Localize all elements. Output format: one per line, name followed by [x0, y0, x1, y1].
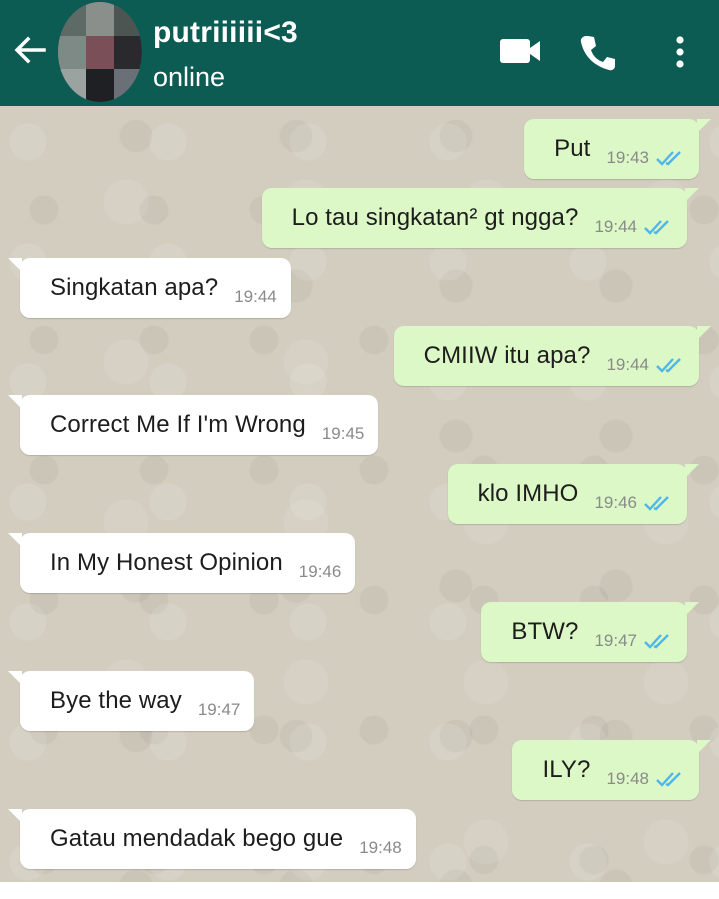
message-bubble-outgoing[interactable]: ILY? 19:48	[512, 740, 711, 800]
message-time: 19:44	[594, 217, 637, 236]
bottom-border	[0, 882, 719, 899]
message-time: 19:48	[606, 769, 649, 788]
chat-header: putriiiiii<3 online	[0, 0, 719, 106]
contact-name[interactable]: putriiiiii<3	[153, 16, 298, 50]
message-time: 19:46	[298, 562, 342, 581]
message-text: CMIIW itu apa?	[423, 342, 591, 369]
message-bubble-incoming[interactable]: In My Honest Opinion 19:46	[7, 533, 356, 593]
read-receipt-icon	[656, 358, 681, 373]
message-bubble-incoming[interactable]: Gatau mendadak bego gue 19:48	[8, 809, 416, 869]
read-receipt-icon	[656, 151, 681, 166]
phone-call-icon[interactable]	[578, 33, 618, 78]
message-bubble-incoming[interactable]: Correct Me If I'm Wrong 19:45	[7, 395, 379, 455]
message-time: 19:48	[359, 838, 402, 857]
message-time: 19:47	[594, 631, 637, 650]
message-text: Correct Me If I'm Wrong	[50, 411, 306, 438]
message-time: 19:44	[234, 287, 277, 306]
message-bubble-outgoing[interactable]: Lo tau singkatan² gt ngga? 19:44	[261, 188, 700, 248]
more-menu-icon[interactable]	[670, 33, 690, 78]
message-time: 19:44	[606, 355, 649, 374]
message-bubble-incoming[interactable]: Bye the way 19:47	[7, 671, 255, 731]
message-text: klo IMHO	[477, 480, 579, 507]
message-text: In My Honest Opinion	[50, 549, 283, 576]
message-time: 19:43	[606, 148, 649, 167]
read-receipt-icon	[656, 772, 681, 787]
message-bubble-outgoing[interactable]: CMIIW itu apa? 19:44	[393, 326, 712, 386]
message-text: BTW?	[511, 618, 579, 645]
message-time: 19:45	[321, 424, 365, 443]
message-bubble-outgoing[interactable]: BTW? 19:47	[481, 602, 699, 662]
video-call-icon[interactable]	[498, 36, 544, 71]
message-time: 19:47	[197, 700, 241, 719]
read-receipt-icon	[644, 220, 669, 235]
message-text: Gatau mendadak bego gue	[50, 825, 344, 852]
read-receipt-icon	[644, 496, 669, 511]
message-text: Put	[554, 135, 591, 162]
message-time: 19:46	[594, 493, 637, 512]
message-bubble-incoming[interactable]: Singkatan apa? 19:44	[8, 258, 291, 318]
message-text: Bye the way	[50, 687, 182, 714]
chat-screen: putriiiiii<3 online Put 19:43 Lo tau sin…	[0, 0, 719, 882]
message-text: ILY?	[542, 756, 591, 783]
read-receipt-icon	[644, 634, 669, 649]
message-bubble-outgoing[interactable]: Put 19:43	[524, 119, 711, 179]
back-arrow-icon[interactable]	[10, 30, 50, 70]
message-text: Lo tau singkatan² gt ngga?	[291, 204, 579, 231]
avatar[interactable]	[58, 2, 142, 102]
contact-status: online	[153, 62, 226, 92]
message-text: Singkatan apa?	[50, 274, 219, 301]
message-bubble-outgoing[interactable]: klo IMHO 19:46	[447, 464, 700, 524]
